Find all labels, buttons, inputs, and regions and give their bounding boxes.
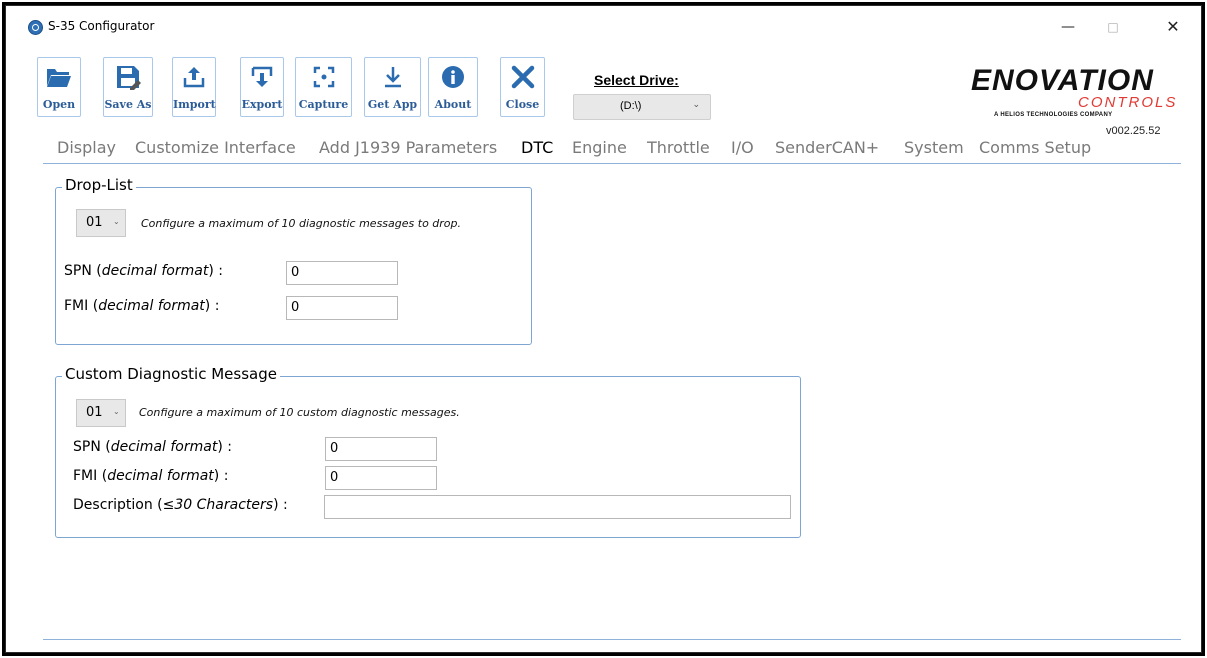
download-icon — [384, 67, 401, 88]
custom-index-select[interactable]: 01 ⌄ — [76, 399, 126, 427]
chevron-down-icon: ⌄ — [692, 100, 700, 110]
folder-icon — [47, 69, 71, 87]
custom-fmi-label: FMI (decimal format) : — [73, 468, 229, 484]
drop-list-spn-label: SPN (decimal format) : — [64, 263, 223, 279]
window-title: S-35 Configurator — [48, 19, 155, 33]
tab-divider — [43, 163, 1181, 164]
custom-description-label: Description (≤30 Characters) : — [73, 497, 288, 513]
custom-fmi-input[interactable]: 0 — [325, 466, 437, 490]
custom-note: Configure a maximum of 10 custom diagnos… — [139, 406, 460, 419]
tab-comms-setup[interactable]: Comms Setup — [979, 138, 1091, 157]
app-window: S-35 Configurator — □ ✕ Open Save As Imp… — [5, 5, 1202, 653]
custom-index-value: 01 — [86, 405, 103, 420]
capture-icon — [313, 66, 334, 88]
close-window-button[interactable]: ✕ — [1153, 14, 1193, 40]
app-icon — [28, 20, 43, 35]
drop-list-fmi-label: FMI (decimal format) : — [64, 298, 220, 314]
version-label: v002.25.52 — [1106, 125, 1161, 137]
export-label: Export — [241, 98, 283, 111]
tab-throttle[interactable]: Throttle — [647, 138, 710, 157]
open-button[interactable]: Open — [37, 57, 81, 117]
drop-list-title: Drop-List — [62, 176, 136, 194]
custom-description-input[interactable] — [324, 495, 791, 519]
get-app-label: Get App — [367, 98, 418, 111]
drop-list-index-value: 01 — [86, 215, 103, 230]
tab-io[interactable]: I/O — [731, 138, 754, 157]
about-button[interactable]: About — [428, 57, 478, 117]
open-label: Open — [42, 98, 76, 111]
chevron-down-icon: ⌄ — [113, 407, 120, 416]
tab-sendercan[interactable]: SenderCAN+ — [775, 138, 879, 157]
capture-button[interactable]: Capture — [295, 57, 352, 117]
drive-value: (D:\) — [620, 100, 642, 112]
drop-list-fmi-input[interactable]: 0 — [286, 296, 398, 320]
save-as-button[interactable]: Save As — [103, 57, 153, 117]
select-drive-label: Select Drive: — [594, 72, 679, 88]
export-button[interactable]: Export — [240, 57, 284, 117]
custom-spn-label: SPN (decimal format) : — [73, 439, 232, 455]
drop-list-group: Drop-List 01 ⌄ Configure a maximum of 10… — [55, 176, 532, 345]
brand-logo-sub: CONTROLS — [1078, 94, 1178, 111]
chevron-down-icon: ⌄ — [113, 217, 120, 226]
footer-divider — [43, 639, 1181, 640]
maximize-button[interactable]: □ — [1093, 14, 1133, 40]
title-bar: S-35 Configurator — □ ✕ — [6, 6, 1201, 46]
tab-system[interactable]: System — [904, 138, 964, 157]
close-icon — [511, 65, 534, 89]
tab-customize-interface[interactable]: Customize Interface — [135, 138, 296, 157]
save-icon — [117, 66, 141, 90]
get-app-button[interactable]: Get App — [364, 57, 421, 117]
about-label: About — [434, 98, 472, 111]
custom-diagnostic-title: Custom Diagnostic Message — [62, 365, 280, 383]
import-label: Import — [173, 98, 216, 111]
import-icon — [183, 67, 205, 88]
drop-list-index-select[interactable]: 01 ⌄ — [76, 209, 126, 237]
drop-list-spn-input[interactable]: 0 — [286, 261, 398, 285]
save-as-label: Save As — [104, 98, 152, 111]
drive-select[interactable]: (D:\) ⌄ — [573, 94, 711, 120]
minimize-button[interactable]: — — [1048, 14, 1088, 40]
export-icon — [251, 66, 273, 87]
brand-logo: ENOVATION — [971, 64, 1154, 97]
tab-dtc[interactable]: DTC — [521, 138, 553, 157]
close-label: Close — [505, 98, 540, 111]
custom-spn-input[interactable]: 0 — [325, 437, 437, 461]
tab-display[interactable]: Display — [57, 138, 116, 157]
brand-tagline: A HELIOS TECHNOLOGIES COMPANY — [994, 112, 1113, 118]
info-icon — [442, 66, 464, 88]
custom-diagnostic-group: Custom Diagnostic Message 01 ⌄ Configure… — [55, 365, 801, 538]
close-button[interactable]: Close — [500, 57, 545, 117]
import-button[interactable]: Import — [172, 57, 216, 117]
tab-add-j1939-parameters[interactable]: Add J1939 Parameters — [319, 138, 497, 157]
drop-list-note: Configure a maximum of 10 diagnostic mes… — [141, 217, 462, 230]
tab-engine[interactable]: Engine — [572, 138, 627, 157]
capture-label: Capture — [298, 98, 349, 111]
